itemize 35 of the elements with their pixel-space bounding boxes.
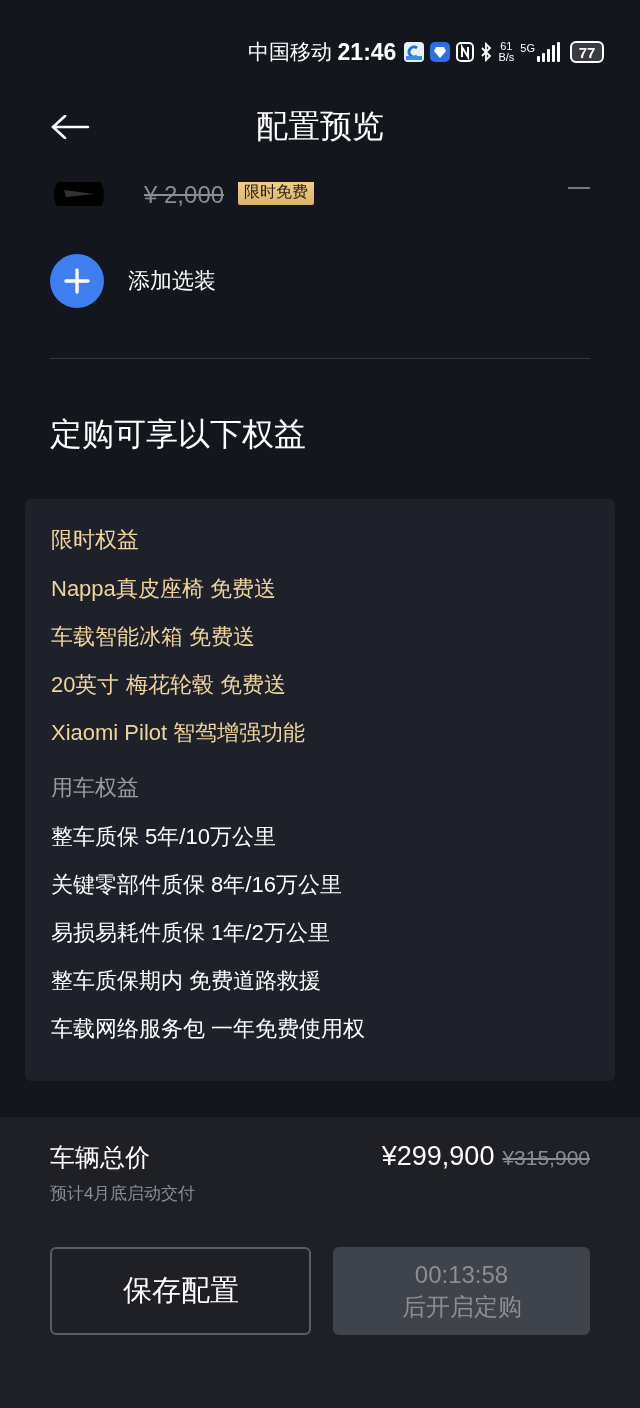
speed-unit: B/s (498, 52, 515, 63)
benefit-item: 整车质保期内 免费道路救援 (51, 967, 323, 995)
signal-icon (536, 42, 560, 62)
total-price: ¥299,900 (381, 1141, 495, 1172)
carrier-name: 中国移动 (247, 39, 332, 65)
option-price: ¥ 2,000 (144, 182, 225, 206)
benefit-item: 关键零部件质保 8年/16万公里 (51, 871, 343, 899)
nfc-icon (456, 42, 475, 62)
benefit-item: Nappa真皮座椅 免费送 (51, 575, 277, 603)
total-label: 车辆总价 (50, 1142, 151, 1173)
plus-icon (50, 254, 104, 308)
back-arrow-icon (50, 115, 90, 139)
benefit-item: 易损易耗件质保 1年/2万公里 (51, 919, 331, 947)
benefit-item: 车载网络服务包 一年免费使用权 (51, 1015, 367, 1043)
bluetooth-icon (480, 42, 493, 62)
page-title: 配置预览 (256, 107, 384, 146)
delivery-note: 预计4月底启动交付 (50, 1183, 196, 1205)
benefit-item: Xiaomi Pilot 智驾增强功能 (51, 719, 307, 747)
add-option-button[interactable]: 添加选装 (0, 254, 640, 308)
section-heading: 定购可享以下权益 (49, 415, 307, 454)
back-button[interactable] (50, 115, 90, 139)
benefit-section-title: 限时权益 (51, 526, 140, 554)
save-button[interactable]: 保存配置 (50, 1247, 311, 1335)
benefit-section-title: 用车权益 (51, 774, 140, 802)
network-type: 5G (520, 42, 535, 54)
benefit-item: 20英寸 梅花轮毂 免费送 (51, 671, 287, 699)
free-badge: 限时免费 (238, 182, 315, 205)
benefit-item: 车载智能冰箱 免费送 (51, 623, 257, 651)
benefit-item: 整车质保 5年/10万公里 (51, 823, 277, 851)
original-price: ¥315,900 (502, 1146, 590, 1170)
app-icon (404, 42, 425, 62)
speed-value: 61 (500, 41, 513, 52)
battery-indicator: 77 (570, 41, 604, 63)
clock-time: 21:46 (337, 38, 397, 66)
app-icon (430, 42, 451, 62)
